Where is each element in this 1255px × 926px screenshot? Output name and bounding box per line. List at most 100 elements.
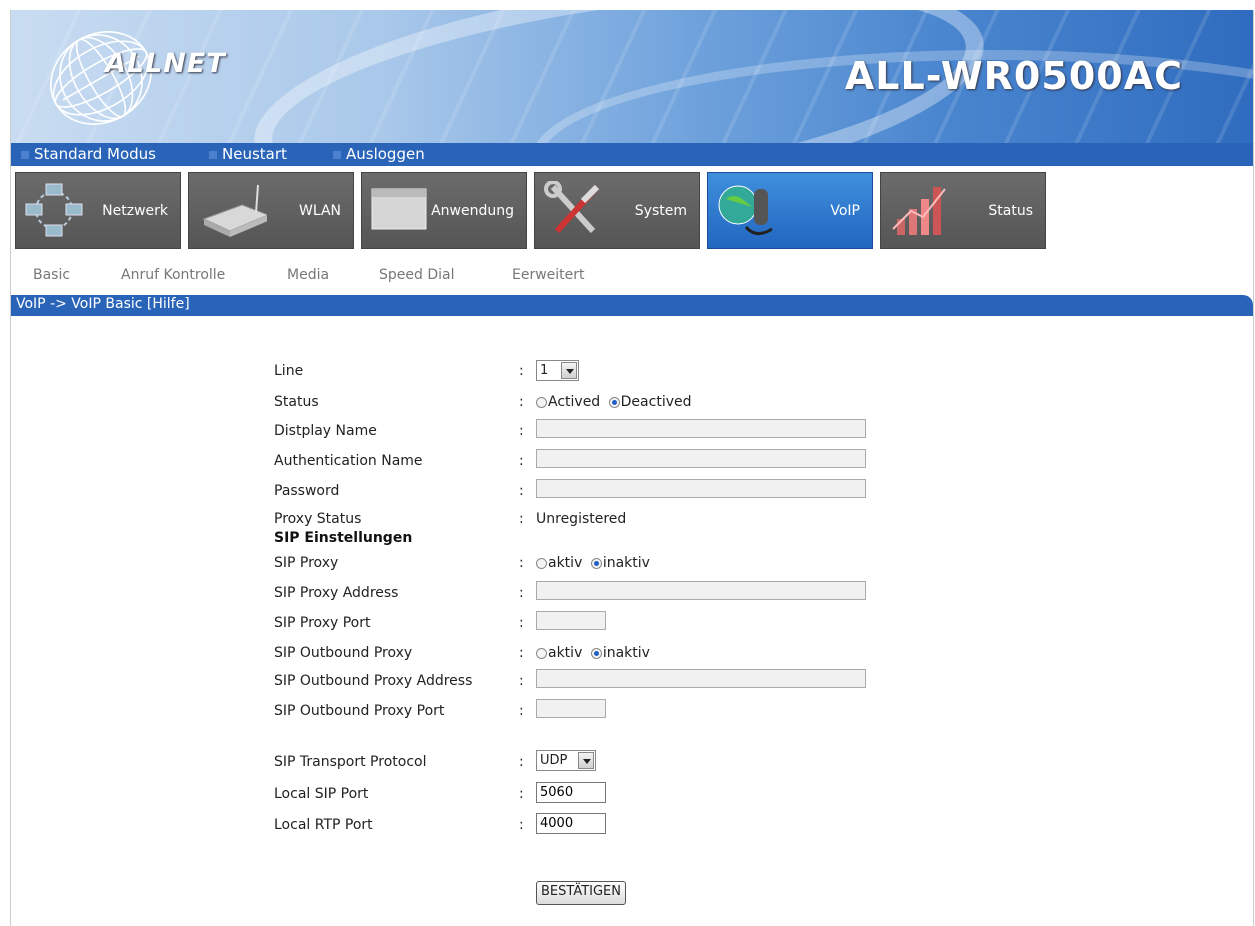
- colon: :: [519, 453, 524, 469]
- password-label: Password: [274, 483, 340, 499]
- nav-tile-voip[interactable]: VoIP: [707, 172, 873, 249]
- sip-outbound-port-label: SIP Outbound Proxy Port: [274, 703, 445, 719]
- sip-proxy-port-label: SIP Proxy Port: [274, 615, 371, 631]
- proxy-status-value: Unregistered: [536, 511, 627, 527]
- sip-transport-label: SIP Transport Protocol: [274, 754, 427, 770]
- nav-tile-label: Netzwerk: [102, 203, 168, 219]
- sip-outbound-proxy-radio-group: aktiv inaktiv: [536, 645, 650, 661]
- subnav-advanced[interactable]: Eerweitert: [512, 267, 585, 283]
- nav-tile-system[interactable]: System: [534, 172, 700, 249]
- colon: :: [519, 703, 524, 719]
- menu-standard-mode[interactable]: Standard Modus: [21, 145, 156, 163]
- sip-proxy-inaktiv-radio[interactable]: [590, 557, 602, 569]
- menu-label: Neustart: [222, 145, 287, 163]
- nav-tile-label: Anwendung: [431, 203, 514, 219]
- colon: :: [519, 394, 524, 410]
- chevron-down-icon: [561, 362, 577, 379]
- line-select[interactable]: 1: [536, 360, 579, 381]
- subnav-speed-dial[interactable]: Speed Dial: [379, 267, 454, 283]
- sip-outbound-address-field[interactable]: [536, 669, 866, 688]
- nav-tile-wlan[interactable]: WLAN: [188, 172, 354, 249]
- bullet-icon: [21, 150, 29, 159]
- nav-tile-label: Status: [988, 203, 1033, 219]
- sip-proxy-address-field[interactable]: [536, 581, 866, 600]
- local-rtp-port-field[interactable]: [536, 813, 606, 834]
- nav-tile-netzwerk[interactable]: Netzwerk: [15, 172, 181, 249]
- menu-restart[interactable]: Neustart: [209, 145, 287, 163]
- colon: :: [519, 673, 524, 689]
- nav-tile-anwendung[interactable]: Anwendung: [361, 172, 527, 249]
- proxy-status-label: Proxy Status: [274, 511, 362, 527]
- auth-name-label: Authentication Name: [274, 453, 423, 469]
- sip-outbound-inaktiv-radio[interactable]: [590, 647, 602, 659]
- menu-label: Standard Modus: [34, 145, 156, 163]
- status-radio-group: Actived Deactived: [536, 394, 692, 410]
- sip-transport-value: UDP: [540, 753, 568, 768]
- page-frame: ALLNET ALL-WR0500AC Standard Modus Neust…: [10, 10, 1254, 926]
- local-rtp-port-label: Local RTP Port: [274, 817, 373, 833]
- status-label: Status: [274, 394, 319, 410]
- menu-label: Ausloggen: [346, 145, 425, 163]
- colon: :: [519, 754, 524, 770]
- password-field[interactable]: [536, 479, 866, 498]
- menu-logout[interactable]: Ausloggen: [333, 145, 425, 163]
- bullet-icon: [333, 150, 341, 159]
- colon: :: [519, 786, 524, 802]
- display-name-label: Distplay Name: [274, 423, 377, 439]
- colon: :: [519, 423, 524, 439]
- bullet-icon: [209, 150, 217, 159]
- network-icon: [25, 183, 83, 237]
- subnav-call-control[interactable]: Anruf Kontrolle: [121, 267, 225, 283]
- sip-outbound-aktiv-radio[interactable]: [536, 647, 547, 659]
- nav-tile-status[interactable]: Status: [880, 172, 1046, 249]
- application-icon: [371, 188, 427, 230]
- line-select-value: 1: [540, 363, 549, 378]
- sip-outbound-proxy-label: SIP Outbound Proxy: [274, 645, 413, 661]
- status-chart-icon: [892, 187, 946, 235]
- status-deactived-radio[interactable]: [608, 396, 620, 408]
- subnav-media[interactable]: Media: [287, 267, 329, 283]
- local-sip-port-label: Local SIP Port: [274, 786, 369, 802]
- confirm-button[interactable]: BESTÄTIGEN: [536, 881, 626, 905]
- radio-label: aktiv: [548, 645, 583, 661]
- status-actived-radio[interactable]: [536, 396, 547, 408]
- tools-icon: [544, 181, 600, 234]
- sip-proxy-port-field[interactable]: [536, 611, 606, 630]
- local-sip-port-field[interactable]: [536, 782, 606, 803]
- nav-tile-label: System: [634, 203, 687, 219]
- auth-name-field[interactable]: [536, 449, 866, 468]
- sip-proxy-label: SIP Proxy: [274, 555, 339, 571]
- breadcrumb: VoIP -> VoIP Basic [Hilfe]: [11, 295, 1253, 316]
- colon: :: [519, 585, 524, 601]
- radio-label: Actived: [548, 394, 601, 410]
- router-icon: [202, 184, 267, 237]
- colon: :: [519, 363, 524, 379]
- sip-transport-select[interactable]: UDP: [536, 750, 596, 771]
- brand-logo-text: ALLNET: [105, 48, 226, 79]
- top-menu-bar: Standard Modus Neustart Ausloggen: [11, 143, 1253, 166]
- radio-label: Deactived: [620, 394, 692, 410]
- colon: :: [519, 645, 524, 661]
- sip-outbound-port-field[interactable]: [536, 699, 606, 718]
- sip-outbound-address-label: SIP Outbound Proxy Address: [274, 673, 473, 689]
- colon: :: [519, 615, 524, 631]
- sip-proxy-address-label: SIP Proxy Address: [274, 585, 399, 601]
- breadcrumb-text[interactable]: VoIP -> VoIP Basic [Hilfe]: [16, 296, 190, 312]
- colon: :: [519, 483, 524, 499]
- chevron-down-icon: [578, 752, 594, 769]
- radio-label: inaktiv: [602, 645, 650, 661]
- voip-phone-icon: [718, 185, 773, 235]
- radio-label: inaktiv: [602, 555, 650, 571]
- sip-proxy-aktiv-radio[interactable]: [536, 557, 547, 569]
- colon: :: [519, 555, 524, 571]
- line-label: Line: [274, 363, 304, 379]
- sip-section-heading: SIP Einstellungen: [274, 530, 413, 546]
- display-name-field[interactable]: [536, 419, 866, 438]
- model-name: ALL-WR0500AC: [844, 54, 1183, 98]
- header-banner: ALLNET ALL-WR0500AC: [11, 10, 1253, 143]
- radio-label: aktiv: [548, 555, 583, 571]
- nav-tile-label: WLAN: [298, 203, 341, 219]
- subnav-basic[interactable]: Basic: [33, 267, 70, 283]
- nav-tile-label: VoIP: [830, 203, 860, 219]
- sip-proxy-radio-group: aktiv inaktiv: [536, 555, 650, 571]
